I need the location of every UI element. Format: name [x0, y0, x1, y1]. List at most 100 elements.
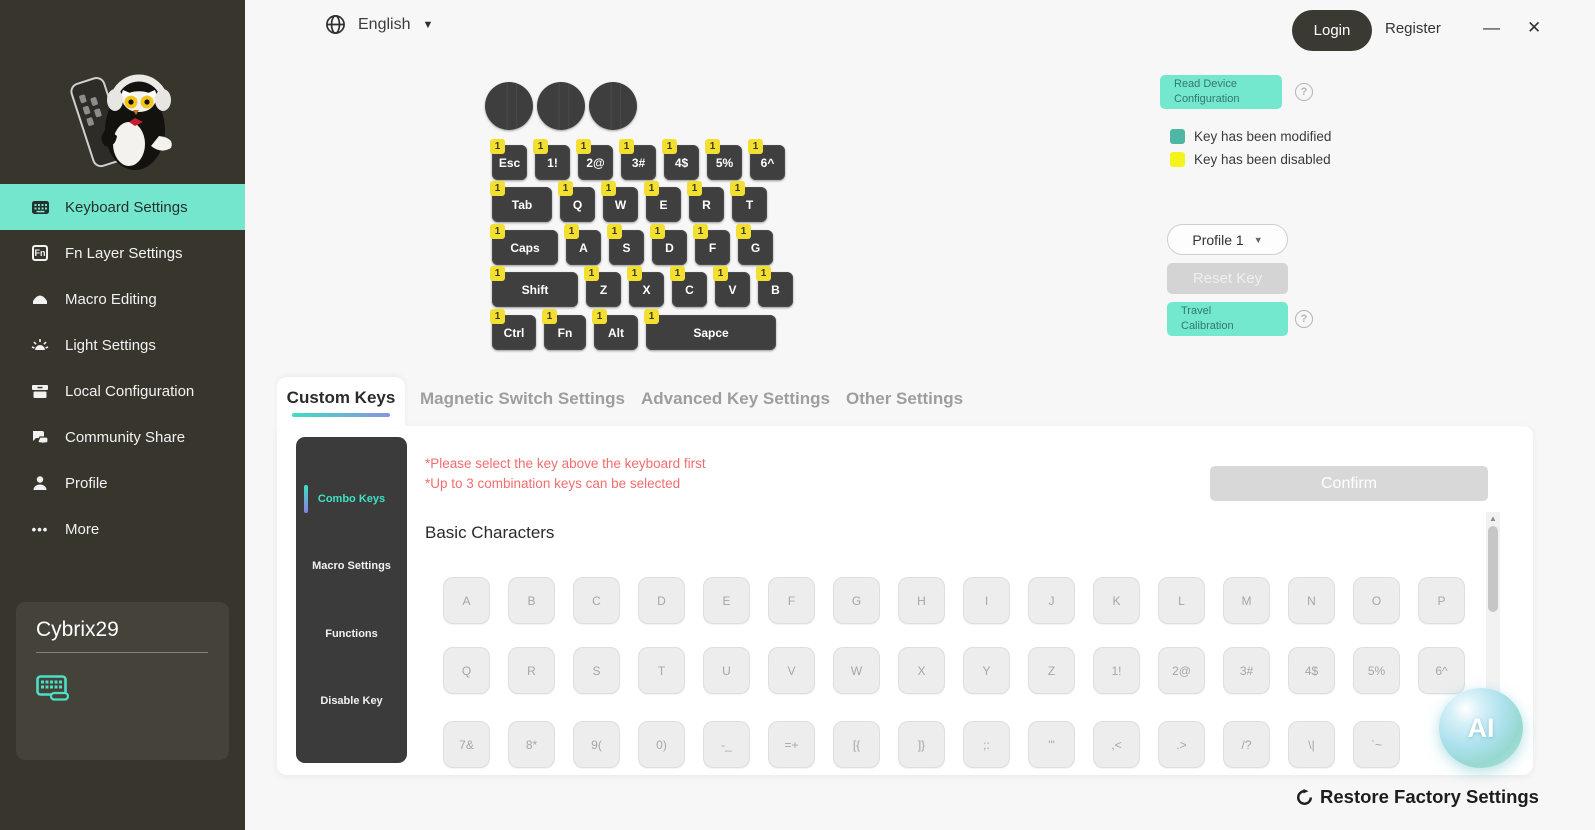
grid-key[interactable]: 6^	[1418, 647, 1465, 694]
grid-key[interactable]: -_	[703, 721, 750, 768]
grid-key[interactable]: D	[638, 577, 685, 624]
device-key-space[interactable]: 1 Sapce	[644, 309, 776, 350]
grid-key[interactable]: C	[573, 577, 620, 624]
help-icon[interactable]: ?	[1295, 83, 1313, 101]
device-key-alt[interactable]: 1 Alt	[592, 309, 638, 350]
sidebar-item-fn-layer-settings[interactable]: Fn Fn Layer Settings	[0, 230, 245, 276]
confirm-button[interactable]: Confirm	[1210, 466, 1488, 501]
device-key-c[interactable]: 1C	[670, 266, 707, 307]
register-button[interactable]: Register	[1385, 20, 1441, 37]
sidebar-item-community-share[interactable]: Community Share	[0, 414, 245, 460]
rotary-knob[interactable]	[485, 82, 533, 130]
tab-other-settings[interactable]: Other Settings	[846, 389, 963, 409]
device-key-ctrl[interactable]: 1 Ctrl	[490, 309, 536, 350]
grid-key[interactable]: [{	[833, 721, 880, 768]
device-key-f[interactable]: 1F	[693, 224, 730, 265]
device-key-q[interactable]: 1Q	[558, 181, 595, 222]
grid-key[interactable]: 7&	[443, 721, 490, 768]
device-key-esc[interactable]: 1 Esc	[490, 139, 527, 180]
subnav-combo-keys[interactable]: Combo Keys	[303, 484, 385, 513]
grid-key[interactable]: =+	[768, 721, 815, 768]
tab-magnetic-switch-settings[interactable]: Magnetic Switch Settings	[420, 389, 625, 409]
grid-key[interactable]: ;:	[963, 721, 1010, 768]
grid-key[interactable]: A	[443, 577, 490, 624]
grid-key[interactable]: X	[898, 647, 945, 694]
reset-key-button[interactable]: Reset Key	[1167, 263, 1288, 294]
device-key-5[interactable]: 1 5%	[705, 139, 742, 180]
close-icon[interactable]: ✕	[1527, 18, 1541, 38]
grid-key[interactable]: F	[768, 577, 815, 624]
grid-key[interactable]: E	[703, 577, 750, 624]
grid-key[interactable]: K	[1093, 577, 1140, 624]
grid-key[interactable]: 4$	[1288, 647, 1335, 694]
sidebar-item-profile[interactable]: Profile	[0, 460, 245, 506]
grid-key[interactable]: \|	[1288, 721, 1335, 768]
device-key-b[interactable]: 1B	[756, 266, 793, 307]
tab-custom-keys[interactable]: Custom Keys	[277, 377, 405, 427]
travel-calibration-button[interactable]: Travel Calibration	[1167, 302, 1288, 336]
grid-key[interactable]: 0)	[638, 721, 685, 768]
grid-key[interactable]: Y	[963, 647, 1010, 694]
device-key-v[interactable]: 1V	[713, 266, 750, 307]
profile-dropdown[interactable]: Profile 1 ▼	[1167, 224, 1288, 255]
grid-key[interactable]: 5%	[1353, 647, 1400, 694]
grid-key[interactable]: Q	[443, 647, 490, 694]
device-key-w[interactable]: 1W	[601, 181, 638, 222]
help-icon[interactable]: ?	[1295, 310, 1313, 328]
rotary-knob[interactable]	[589, 82, 637, 130]
grid-key[interactable]: M	[1223, 577, 1270, 624]
device-key-x[interactable]: 1X	[627, 266, 664, 307]
grid-key[interactable]: P	[1418, 577, 1465, 624]
minimize-icon[interactable]: —	[1483, 18, 1500, 38]
grid-key[interactable]: .>	[1158, 721, 1205, 768]
device-key-g[interactable]: 1G	[736, 224, 773, 265]
device-key-4[interactable]: 1 4$	[662, 139, 699, 180]
device-key-6[interactable]: 1 6^	[748, 139, 785, 180]
device-key-z[interactable]: 1Z	[584, 266, 621, 307]
grid-key[interactable]: H	[898, 577, 945, 624]
device-key-shift[interactable]: 1 Shift	[490, 266, 578, 307]
grid-key[interactable]: T	[638, 647, 685, 694]
grid-key[interactable]: W	[833, 647, 880, 694]
device-key-3[interactable]: 1 3#	[619, 139, 656, 180]
grid-key[interactable]: `~	[1353, 721, 1400, 768]
grid-key[interactable]: 8*	[508, 721, 555, 768]
device-key-fn[interactable]: 1 Fn	[542, 309, 586, 350]
scrollbar-thumb[interactable]	[1488, 526, 1498, 612]
grid-key[interactable]: J	[1028, 577, 1075, 624]
login-button[interactable]: Login	[1292, 10, 1372, 51]
grid-key[interactable]: 2@	[1158, 647, 1205, 694]
sidebar-item-light-settings[interactable]: Light Settings	[0, 322, 245, 368]
grid-key[interactable]: Z	[1028, 647, 1075, 694]
read-device-configuration-button[interactable]: Read Device Configuration	[1160, 75, 1282, 109]
device-key-t[interactable]: 1T	[730, 181, 767, 222]
device-key-r[interactable]: 1R	[687, 181, 724, 222]
device-key-d[interactable]: 1D	[650, 224, 687, 265]
rotary-knob[interactable]	[537, 82, 585, 130]
subnav-functions[interactable]: Functions	[325, 628, 378, 640]
grid-key[interactable]: N	[1288, 577, 1335, 624]
grid-key[interactable]: 9(	[573, 721, 620, 768]
sidebar-item-more[interactable]: ••• More	[0, 506, 245, 552]
grid-key[interactable]: O	[1353, 577, 1400, 624]
sidebar-item-macro-editing[interactable]: Macro Editing	[0, 276, 245, 322]
sidebar-item-keyboard-settings[interactable]: Keyboard Settings	[0, 184, 245, 230]
device-key-caps[interactable]: 1 Caps	[490, 224, 558, 265]
language-selector[interactable]: English ▼	[325, 14, 433, 35]
user-card[interactable]: Cybrix29	[16, 602, 229, 760]
tab-advanced-key-settings[interactable]: Advanced Key Settings	[641, 389, 830, 409]
grid-key[interactable]: ]}	[898, 721, 945, 768]
grid-key[interactable]: L	[1158, 577, 1205, 624]
grid-key[interactable]: '"	[1028, 721, 1075, 768]
grid-key[interactable]: S	[573, 647, 620, 694]
device-key-1[interactable]: 1 1!	[533, 139, 570, 180]
grid-key[interactable]: 1!	[1093, 647, 1140, 694]
subnav-macro-settings[interactable]: Macro Settings	[312, 560, 391, 572]
grid-key[interactable]: I	[963, 577, 1010, 624]
ai-assistant-button[interactable]: AI	[1439, 688, 1523, 768]
grid-key[interactable]: 3#	[1223, 647, 1270, 694]
device-key-s[interactable]: 1S	[607, 224, 644, 265]
grid-key[interactable]: V	[768, 647, 815, 694]
grid-key[interactable]: B	[508, 577, 555, 624]
grid-key[interactable]: R	[508, 647, 555, 694]
